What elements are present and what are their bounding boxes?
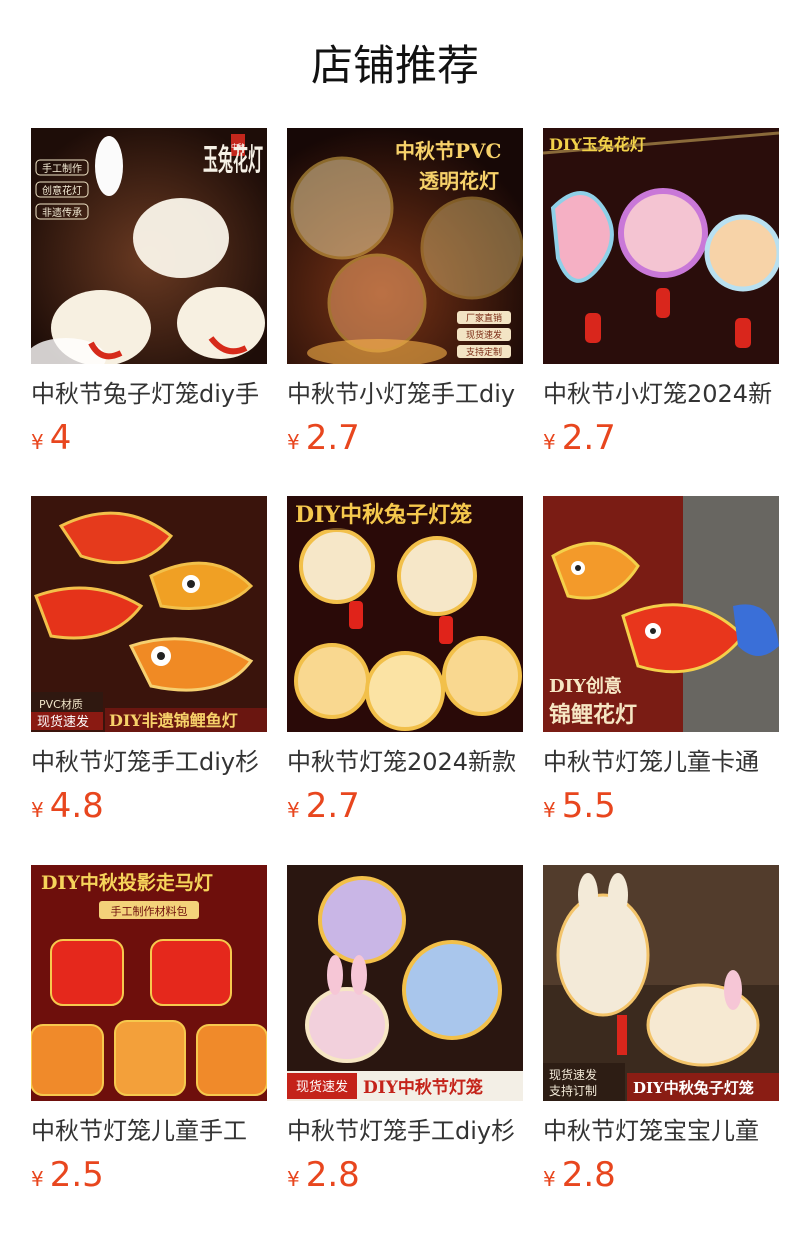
currency-symbol: ¥ (543, 1167, 556, 1191)
currency-symbol: ¥ (287, 430, 300, 454)
price-value: 4 (49, 418, 72, 458)
product-name[interactable]: 中秋节灯笼宝宝儿童 (543, 1113, 779, 1149)
image-tag: 非遗传承 (42, 206, 82, 219)
product-card[interactable]: DIY创意 锦鲤花灯 中秋节灯笼儿童卡通 ¥5.5 (543, 496, 779, 836)
currency-symbol: ¥ (543, 798, 556, 822)
image-subline: 透明花灯 (419, 169, 499, 193)
product-card[interactable]: 现货速发 DIY中秋节灯笼 中秋节灯笼手工diy杉 ¥2.8 (287, 865, 523, 1205)
product-card[interactable]: DIY中秋投影走马灯 手工制作材料包 中秋节灯笼儿童手工 ¥2.5 (31, 865, 267, 1205)
section-title: 店铺推荐 (310, 41, 479, 90)
product-image[interactable]: DIY玉兔花灯 (543, 128, 779, 364)
image-tag: 现货速发 (296, 1079, 348, 1095)
price-value: 2.5 (49, 1155, 104, 1195)
product-image[interactable]: DIY中秋兔子灯笼 (287, 496, 523, 732)
image-tag: 创意花灯 (42, 184, 82, 197)
product-image[interactable]: 现货速发 支持订制 DIY中秋兔子灯笼 (543, 865, 779, 1101)
image-headline: 中秋节PVC (395, 139, 501, 163)
product-image[interactable]: PVC材质 现货速发 DIY非遗锦鲤鱼灯 (31, 496, 267, 732)
image-tag: 厂家直销 (466, 312, 502, 324)
product-price: ¥2.5 (31, 1153, 104, 1197)
price-value: 4.8 (49, 786, 104, 826)
price-value: 2.7 (561, 418, 616, 458)
product-card[interactable]: 现货速发 支持订制 DIY中秋兔子灯笼 中秋节灯笼宝宝儿童 ¥2.8 (543, 865, 779, 1205)
product-card[interactable]: PVC材质 现货速发 DIY非遗锦鲤鱼灯 中秋节灯笼手工diy杉 ¥4.8 (31, 496, 267, 836)
currency-symbol: ¥ (31, 798, 44, 822)
product-card[interactable]: DIY中秋兔子灯笼 中秋节灯笼2024新款 ¥2.7 (287, 496, 523, 836)
image-subline: 锦鲤花灯 (549, 702, 637, 728)
image-footer: DIY中秋兔子灯笼 (633, 1079, 754, 1097)
price-value: 2.7 (305, 786, 360, 826)
image-tag: 支持定制 (466, 346, 502, 358)
product-image[interactable]: DIY创意 锦鲤花灯 (543, 496, 779, 732)
image-tag: 支持订制 (549, 1083, 597, 1098)
product-name[interactable]: 中秋节灯笼儿童卡通 (543, 744, 779, 780)
image-footer: DIY中秋节灯笼 (363, 1077, 483, 1098)
image-tag: 现货速发 (549, 1067, 597, 1082)
product-price: ¥2.8 (543, 1153, 616, 1197)
image-tag: 手工制作 (42, 162, 82, 175)
product-name[interactable]: 中秋节小灯笼手工diy (287, 376, 523, 412)
product-price: ¥2.8 (287, 1153, 360, 1197)
price-value: 2.7 (305, 418, 360, 458)
image-tag: PVC材质 (39, 697, 83, 711)
product-price: ¥4 (31, 416, 71, 460)
product-name[interactable]: 中秋节灯笼儿童手工 (31, 1113, 267, 1149)
price-value: 2.8 (561, 1155, 616, 1195)
image-headline: 玉兔花灯 (203, 143, 263, 178)
currency-symbol: ¥ (287, 798, 300, 822)
product-price: ¥5.5 (543, 784, 616, 828)
product-name[interactable]: 中秋节灯笼手工diy杉 (287, 1113, 523, 1149)
product-image[interactable]: 中秋节PVC 透明花灯 厂家直销 现货速发 支持定制 (287, 128, 523, 364)
price-value: 2.8 (305, 1155, 360, 1195)
currency-symbol: ¥ (31, 430, 44, 454)
product-name[interactable]: 中秋节小灯笼2024新 (543, 376, 779, 412)
product-name[interactable]: 中秋节灯笼2024新款 (287, 744, 523, 780)
image-headline: DIY玉兔花灯 (549, 135, 646, 154)
image-tag: 现货速发 (37, 714, 89, 730)
product-price: ¥2.7 (543, 416, 616, 460)
product-image[interactable]: DIY中秋投影走马灯 手工制作材料包 (31, 865, 267, 1101)
product-image[interactable]: 现货速发 DIY中秋节灯笼 (287, 865, 523, 1101)
product-price: ¥4.8 (31, 784, 104, 828)
product-card[interactable]: DIY玉兔花灯 中秋节小灯笼2024新 ¥2.7 (543, 128, 779, 468)
product-card[interactable]: 手工制作 创意花灯 非遗传承 中秋 玉兔花灯 中秋节兔子灯笼diy手 ¥4 (31, 128, 267, 468)
product-image[interactable]: 手工制作 创意花灯 非遗传承 中秋 玉兔花灯 (31, 128, 267, 364)
image-headline: DIY中秋兔子灯笼 (295, 502, 472, 528)
price-value: 5.5 (561, 786, 616, 826)
currency-symbol: ¥ (287, 1167, 300, 1191)
product-name[interactable]: 中秋节兔子灯笼diy手 (31, 376, 267, 412)
product-card[interactable]: 中秋节PVC 透明花灯 厂家直销 现货速发 支持定制 中秋节小灯笼手工diy ¥… (287, 128, 523, 468)
image-headline: DIY创意 (549, 675, 622, 697)
image-subline: 手工制作材料包 (111, 904, 188, 918)
currency-symbol: ¥ (31, 1167, 44, 1191)
image-headline: DIY中秋投影走马灯 (41, 871, 213, 894)
product-price: ¥2.7 (287, 784, 360, 828)
image-footer: DIY非遗锦鲤鱼灯 (109, 711, 238, 730)
image-tag: 现货速发 (466, 329, 502, 341)
product-price: ¥2.7 (287, 416, 360, 460)
product-name[interactable]: 中秋节灯笼手工diy杉 (31, 744, 267, 780)
currency-symbol: ¥ (543, 430, 556, 454)
